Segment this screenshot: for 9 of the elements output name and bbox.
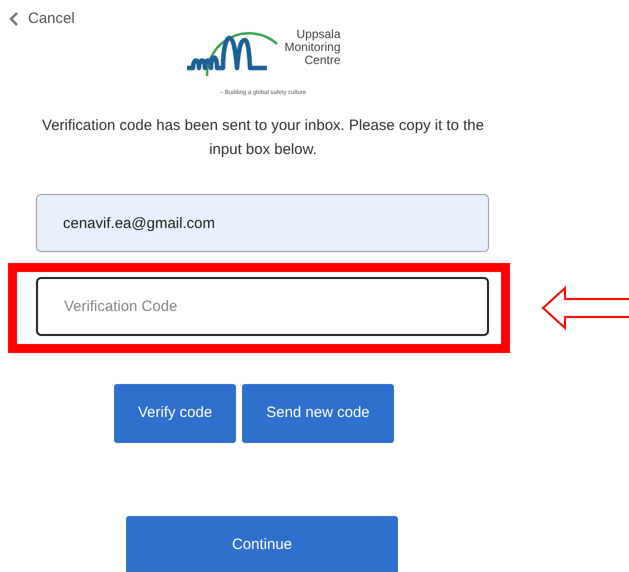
cancel-link[interactable]: Cancel xyxy=(8,8,75,30)
verification-code-field[interactable]: Verification Code xyxy=(36,277,489,336)
instruction-text: Verification code has been sent to your inbox. Please copy it to the input box below. xyxy=(41,116,485,160)
verify-code-button[interactable]: Verify code xyxy=(114,384,236,443)
email-field[interactable]: cenavif.ea@gmail.com xyxy=(36,194,489,252)
logo-text: Uppsala Monitoring Centre xyxy=(284,28,341,67)
send-new-code-button[interactable]: Send new code xyxy=(242,384,394,443)
continue-button[interactable]: Continue xyxy=(126,516,398,572)
chevron-left-icon xyxy=(8,11,20,28)
